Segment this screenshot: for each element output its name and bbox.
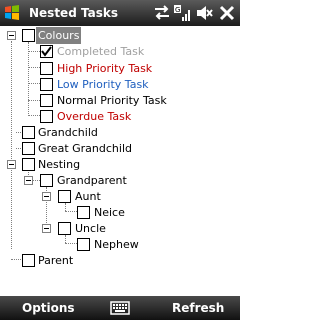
grandparent-label[interactable]: Grandparent xyxy=(57,172,127,189)
signal-icon[interactable]: G xyxy=(173,4,191,22)
nesting-label[interactable]: Nesting xyxy=(38,156,80,173)
nephew-checkbox[interactable] xyxy=(77,238,90,251)
tree-line xyxy=(11,41,12,249)
completed-task-checkbox[interactable] xyxy=(40,45,53,58)
high-priority-task-label[interactable]: High Priority Task xyxy=(57,60,152,77)
grandchild-label[interactable]: Grandchild xyxy=(38,124,98,141)
aunt-checkbox[interactable] xyxy=(58,190,71,203)
tree-line xyxy=(28,115,40,116)
windows-start-icon[interactable] xyxy=(3,4,21,22)
tree-line xyxy=(28,100,40,101)
refresh-softkey[interactable]: Refresh xyxy=(172,300,224,316)
nesting-checkbox[interactable] xyxy=(22,158,35,171)
normal-priority-task-label[interactable]: Normal Priority Task xyxy=(57,92,167,109)
window-title: Nested Tasks xyxy=(29,6,118,20)
colours-label[interactable]: Colours xyxy=(36,27,82,44)
great-grandchild-label[interactable]: Great Grandchild xyxy=(38,140,132,157)
collapse-toggle-colours[interactable] xyxy=(7,31,16,40)
title-bar: Nested Tasks G xyxy=(0,0,240,26)
tree-line xyxy=(28,42,29,114)
close-icon[interactable] xyxy=(218,4,236,22)
tree-line xyxy=(28,67,40,68)
keyboard-icon[interactable] xyxy=(110,300,130,316)
collapse-toggle-uncle[interactable] xyxy=(42,224,51,233)
aunt-label[interactable]: Aunt xyxy=(75,188,101,205)
parent-label[interactable]: Parent xyxy=(38,252,73,269)
nephew-label[interactable]: Nephew xyxy=(94,236,139,253)
neice-label[interactable]: Neice xyxy=(94,204,125,221)
collapse-toggle-nesting[interactable] xyxy=(7,160,16,169)
low-priority-task-checkbox[interactable] xyxy=(40,78,53,91)
collapse-toggle-aunt[interactable] xyxy=(42,192,51,201)
volume-icon[interactable] xyxy=(195,4,213,22)
collapse-toggle-grandparent[interactable] xyxy=(24,176,33,185)
svg-text:G: G xyxy=(175,6,180,14)
overdue-task-checkbox[interactable] xyxy=(40,110,53,123)
tree-line xyxy=(65,243,77,244)
uncle-checkbox[interactable] xyxy=(58,222,71,235)
uncle-label[interactable]: Uncle xyxy=(75,220,106,237)
tree-line xyxy=(65,211,77,212)
neice-checkbox[interactable] xyxy=(77,206,90,219)
high-priority-task-checkbox[interactable] xyxy=(40,62,53,75)
colours-checkbox[interactable] xyxy=(22,29,35,42)
great-grandchild-checkbox[interactable] xyxy=(22,142,35,155)
low-priority-task-label[interactable]: Low Priority Task xyxy=(57,76,149,93)
softkey-bar: Options Refresh xyxy=(0,296,240,320)
tree-line xyxy=(16,132,21,133)
task-tree[interactable]: Colours Completed Task High Priority Tas… xyxy=(0,26,240,296)
completed-task-label[interactable]: Completed Task xyxy=(57,43,144,60)
tree-line xyxy=(28,83,40,84)
tree-line xyxy=(65,203,66,211)
connectivity-icon[interactable] xyxy=(153,4,171,22)
grandchild-checkbox[interactable] xyxy=(22,126,35,139)
tree-line xyxy=(28,51,40,52)
tree-line xyxy=(65,235,66,243)
normal-priority-task-checkbox[interactable] xyxy=(40,94,53,107)
tree-line xyxy=(11,259,21,260)
parent-checkbox[interactable] xyxy=(22,254,35,267)
overdue-task-label[interactable]: Overdue Task xyxy=(57,108,131,125)
options-softkey[interactable]: Options xyxy=(22,300,75,316)
grandparent-checkbox[interactable] xyxy=(40,174,53,187)
checkmark-icon xyxy=(41,46,52,57)
tree-line xyxy=(16,148,21,149)
